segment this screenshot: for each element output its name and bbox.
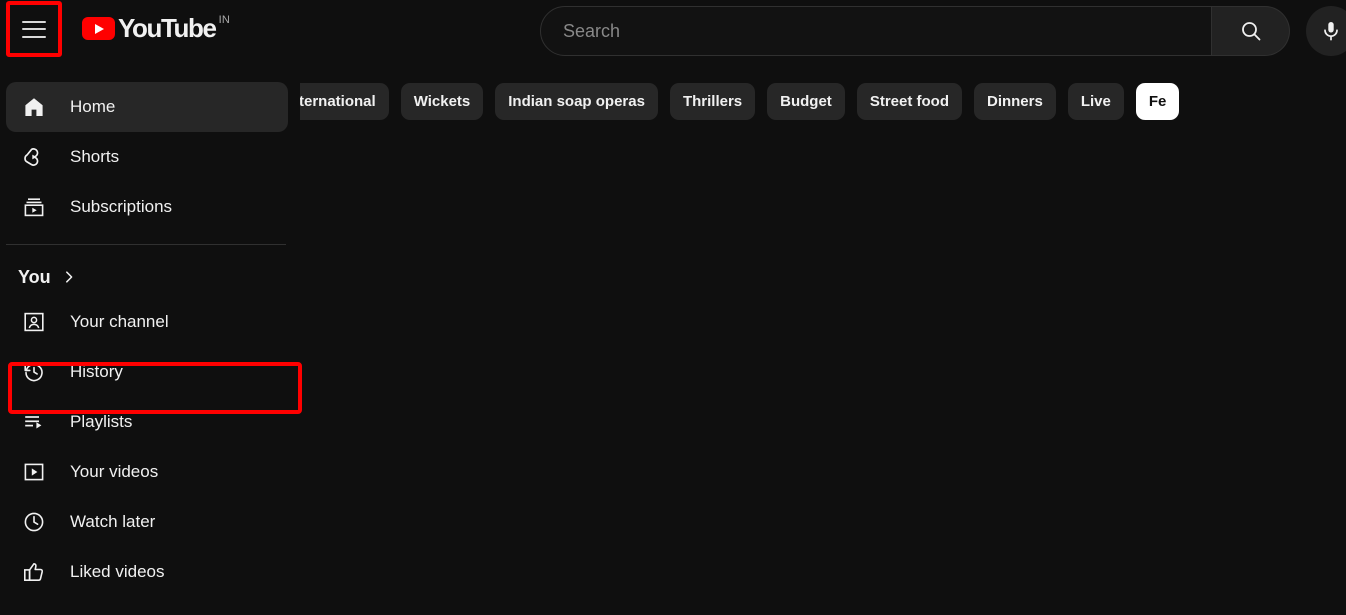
filter-chip[interactable]: Live (1067, 82, 1124, 120)
sidebar-item-home[interactable]: Home (6, 82, 288, 132)
you-section-label: You (18, 266, 51, 287)
search-input[interactable] (563, 20, 1211, 42)
search-bar (540, 6, 1290, 56)
sidebar-section-you[interactable]: You (6, 257, 288, 297)
subscriptions-icon (22, 195, 46, 219)
sidebar-item-watch-later[interactable]: Watch later (6, 497, 288, 547)
sidebar-item-shorts[interactable]: Shorts (6, 132, 288, 182)
history-icon (22, 360, 46, 384)
chevron-right-icon (61, 269, 77, 285)
your-channel-icon (22, 310, 46, 334)
watch-later-icon (22, 510, 46, 534)
country-code: IN (218, 14, 231, 26)
sidebar-item-subscriptions[interactable]: Subscriptions (6, 182, 288, 232)
youtube-logo[interactable]: YouTube IN (82, 13, 230, 49)
youtube-page: YouTube IN Search Home Shorts Subscripti… (0, 0, 1346, 615)
sidebar-item-label: Your videos (70, 462, 159, 481)
video-feed-area (300, 140, 1346, 615)
filter-chip[interactable]: Wickets (400, 82, 484, 120)
sidebar-item-label: Your channel (70, 312, 169, 331)
hamburger-icon (22, 20, 46, 38)
search-icon (1241, 22, 1260, 41)
playlists-icon (22, 410, 46, 434)
sidebar-item-label: Playlists (70, 412, 133, 431)
filter-chip[interactable]: ternational (300, 82, 389, 120)
sidebar-item-label: History (70, 362, 123, 381)
liked-videos-icon (22, 560, 46, 584)
home-icon (22, 95, 46, 119)
voice-search-button[interactable] (1306, 6, 1346, 56)
sidebar-item-liked-videos[interactable]: Liked videos (6, 547, 288, 597)
filter-chip[interactable]: Budget (767, 82, 845, 120)
sidebar-item-label: Shorts (70, 147, 120, 166)
sidebar-navigation: Home Shorts Subscriptions You Your chann… (0, 62, 300, 615)
sidebar-divider (6, 244, 286, 245)
shorts-icon (22, 145, 46, 169)
sidebar-item-history[interactable]: History (6, 347, 288, 397)
sidebar-item-label: Liked videos (70, 562, 165, 581)
youtube-wordmark: YouTube (118, 13, 217, 43)
sidebar-item-label: Home (70, 97, 116, 116)
filter-chips-bar: ternational Wickets Indian soap operas T… (300, 62, 1346, 140)
sidebar-item-your-channel[interactable]: Your channel (6, 297, 288, 347)
microphone-icon (1324, 22, 1338, 41)
filter-chip[interactable]: Thrillers (669, 82, 756, 120)
sidebar-item-playlists[interactable]: Playlists (6, 397, 288, 447)
top-bar: YouTube IN (0, 0, 1346, 62)
search-submit-button[interactable] (1212, 6, 1290, 56)
guide-menu-button[interactable] (8, 3, 60, 55)
youtube-play-icon (82, 17, 115, 40)
sidebar-item-label: Watch later (70, 512, 156, 531)
filter-chip[interactable]: Indian soap operas (495, 82, 658, 120)
chips-track: ternational Wickets Indian soap operas T… (300, 62, 1180, 140)
sidebar-item-your-videos[interactable]: Your videos (6, 447, 288, 497)
sidebar-item-label: Subscriptions (70, 197, 173, 216)
search-input-container[interactable] (540, 6, 1212, 56)
your-videos-icon (22, 460, 46, 484)
filter-chip[interactable]: Dinners (973, 82, 1056, 120)
filter-chip-selected[interactable]: Fe (1135, 82, 1180, 120)
filter-chip[interactable]: Street food (856, 82, 962, 120)
